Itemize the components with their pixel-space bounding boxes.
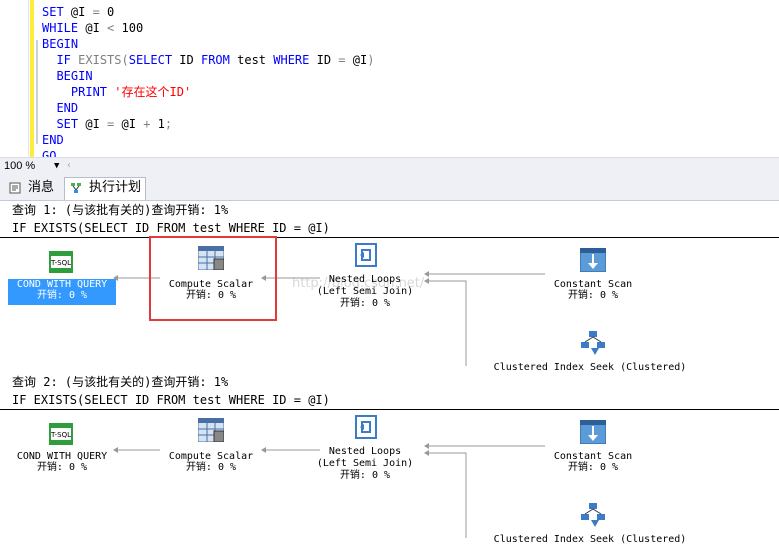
node-nested-loops-sub: (Left Semi Join) bbox=[316, 286, 414, 297]
node-constant-scan-cost: 开销: 0 % bbox=[567, 290, 619, 301]
messages-icon bbox=[9, 182, 21, 194]
query-1-header: 查询 1: (与该批有关的)查询开销: 1% bbox=[12, 203, 229, 217]
zoom-level[interactable]: 100 % bbox=[4, 159, 35, 173]
code-line-1[interactable]: SET @I = 0 bbox=[42, 4, 114, 20]
nested-loops-icon[interactable] bbox=[354, 414, 378, 440]
node-constant-scan-name[interactable]: Constant Scan bbox=[530, 279, 656, 290]
node-nested-loops-cost: 开销: 0 % bbox=[339, 470, 391, 481]
constant-scan-icon[interactable] bbox=[580, 248, 606, 272]
node-nested-loops-sub: (Left Semi Join) bbox=[316, 458, 414, 469]
node-nested-loops-name[interactable]: Nested Loops bbox=[300, 446, 430, 457]
code-line-8[interactable]: SET @I = @I + 1; bbox=[42, 116, 172, 132]
code-line-6[interactable]: PRINT '存在这个ID' bbox=[42, 84, 191, 100]
node-compute-scalar-cost: 开销: 0 % bbox=[185, 462, 237, 473]
clustered-index-seek-icon[interactable] bbox=[579, 330, 607, 356]
execution-plan-pane[interactable]: http://blog.csdn.net/ 查询 1: (与该批有关的)查询开销… bbox=[0, 201, 779, 549]
node-cond-with-query-name[interactable]: COND WITH QUERY bbox=[8, 279, 116, 290]
zoom-bar: 100 % ▼ ‹ bbox=[0, 157, 779, 174]
tab-label: 消息 bbox=[28, 180, 55, 195]
editor-gutter bbox=[0, 0, 29, 157]
execution-plan-icon bbox=[71, 183, 81, 193]
clustered-index-seek-icon[interactable] bbox=[579, 502, 607, 528]
node-nested-loops-cost: 开销: 0 % bbox=[339, 298, 391, 309]
compute-scalar-icon[interactable] bbox=[198, 246, 224, 270]
nested-loops-icon[interactable] bbox=[354, 242, 378, 268]
tsql-icon[interactable]: T-SQL bbox=[49, 251, 73, 273]
code-line-9[interactable]: END bbox=[42, 132, 64, 148]
node-cond-with-query-cost: 开销: 0 % bbox=[8, 290, 116, 305]
constant-scan-icon[interactable] bbox=[580, 420, 606, 444]
code-line-4[interactable]: IF EXISTS(SELECT ID FROM test WHERE ID =… bbox=[42, 52, 374, 68]
tab-execution-plan[interactable]: 执行计划 bbox=[64, 177, 146, 200]
compute-scalar-icon[interactable] bbox=[198, 418, 224, 442]
outline-guide bbox=[36, 40, 38, 144]
sql-editor[interactable]: SET @I = 0 WHILE @I < 100 BEGIN IF EXIST… bbox=[0, 0, 779, 157]
node-cond-with-query-cost: 开销: 0 % bbox=[36, 462, 88, 473]
node-nested-loops-name[interactable]: Nested Loops bbox=[300, 274, 430, 285]
tsql-icon[interactable]: T-SQL bbox=[49, 423, 73, 445]
tsql-icon-text: T-SQL bbox=[50, 431, 71, 439]
code-line-10[interactable]: GO bbox=[42, 148, 56, 157]
code-line-7[interactable]: END bbox=[42, 100, 78, 116]
zoom-dropdown-icon[interactable]: ▼ bbox=[54, 159, 59, 173]
node-compute-scalar-cost: 开销: 0 % bbox=[185, 290, 237, 301]
tsql-icon-text: T-SQL bbox=[50, 259, 71, 267]
query-2-sql: IF EXISTS(SELECT ID FROM test WHERE ID =… bbox=[12, 393, 330, 407]
node-compute-scalar-name[interactable]: Compute Scalar bbox=[152, 279, 270, 290]
node-cond-with-query-name[interactable]: COND WITH QUERY bbox=[8, 451, 116, 462]
node-clustered-index-seek-name[interactable]: Clustered Index Seek (Clustered) bbox=[470, 362, 710, 372]
scroll-left-icon[interactable]: ‹ bbox=[66, 159, 72, 173]
code-line-3[interactable]: BEGIN bbox=[42, 36, 78, 52]
query-2-header: 查询 2: (与该批有关的)查询开销: 1% bbox=[12, 375, 229, 389]
query-1-sql: IF EXISTS(SELECT ID FROM test WHERE ID =… bbox=[12, 221, 330, 235]
tab-messages[interactable]: 消息 bbox=[4, 178, 62, 198]
node-constant-scan-cost: 开销: 0 % bbox=[567, 462, 619, 473]
results-tabbar: 消息 执行计划 bbox=[0, 174, 779, 201]
tab-label: 执行计划 bbox=[89, 180, 142, 195]
code-line-2[interactable]: WHILE @I < 100 bbox=[42, 20, 143, 36]
node-constant-scan-name[interactable]: Constant Scan bbox=[530, 451, 656, 462]
node-clustered-index-seek-name[interactable]: Clustered Index Seek (Clustered) bbox=[470, 534, 710, 544]
node-compute-scalar-name[interactable]: Compute Scalar bbox=[152, 451, 270, 462]
code-line-5[interactable]: BEGIN bbox=[42, 68, 92, 84]
